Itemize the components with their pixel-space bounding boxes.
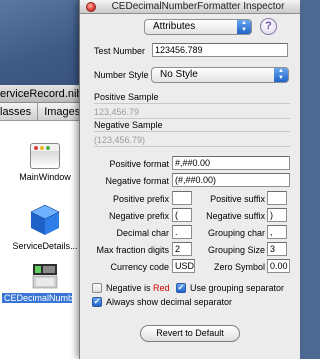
divider (94, 131, 290, 132)
negative-red-text: Negative is (106, 283, 154, 293)
grouping-char-label: Grouping char (207, 228, 265, 238)
grouping-size-label: Grouping Size (207, 245, 265, 255)
nib-tabs: lasses Images (0, 103, 90, 121)
grouping-size-field[interactable]: 3 (267, 242, 287, 256)
zero-symbol-field[interactable]: 0.00 (267, 259, 290, 273)
grouping-char-field[interactable]: , (267, 225, 287, 239)
number-style-popup[interactable]: No Style ▲ ▼ (151, 67, 289, 83)
negative-suffix-label: Negative suffix (206, 211, 265, 221)
always-decimal-label: Always show decimal separator (106, 297, 233, 307)
nib-item-label: MainWindow (19, 172, 71, 182)
window-icon (30, 143, 60, 169)
cube-icon (30, 204, 60, 235)
help-icon[interactable]: ? (260, 18, 277, 35)
negative-format-label: Negative format (105, 176, 169, 186)
checkmark-icon: ✓ (93, 297, 101, 306)
negative-prefix-field[interactable]: ( (172, 208, 192, 222)
desktop-background (0, 0, 90, 85)
positive-sample-label: Positive Sample (94, 92, 159, 102)
popup-arrows-icon: ▲ ▼ (237, 20, 251, 34)
currency-code-label: Currency code (110, 262, 169, 272)
inspector-title: CEDecimalNumberFormatter Inspector (111, 1, 285, 12)
use-grouping-label: Use grouping separator (190, 283, 285, 293)
negative-format-field[interactable]: (#,##0.00) (172, 173, 290, 187)
popup-arrows-icon: ▲ ▼ (274, 68, 288, 82)
currency-code-field[interactable]: USD (172, 259, 195, 273)
max-fraction-field[interactable]: 2 (172, 242, 192, 256)
divider (94, 118, 290, 119)
nib-window-title: erviceRecord.nib (0, 88, 83, 100)
nib-item-servicedetails[interactable]: ServiceDetails... (0, 203, 90, 251)
close-icon[interactable] (86, 2, 96, 12)
positive-prefix-label: Positive prefix (112, 194, 169, 204)
always-decimal-checkbox[interactable]: ✓ (92, 297, 102, 307)
tab-classes[interactable]: lasses (0, 103, 39, 120)
use-grouping-checkbox[interactable]: ✓ (176, 283, 186, 293)
negative-sample-value: (123,456.79) (94, 135, 146, 145)
pane-popup[interactable]: Attributes ▲ ▼ (144, 19, 252, 35)
nib-item-mainwindow[interactable]: MainWindow (0, 143, 90, 182)
negative-prefix-label: Negative prefix (108, 211, 169, 221)
checkmark-icon: ✓ (177, 283, 185, 292)
pane-popup-value: Attributes (153, 21, 196, 32)
nib-item-label: ServiceDetails... (12, 241, 78, 251)
number-style-value: No Style (160, 69, 198, 80)
decimal-char-field[interactable]: . (172, 225, 192, 239)
negative-red-label: Negative is Red (106, 283, 170, 293)
positive-suffix-field[interactable] (267, 191, 287, 205)
test-number-field[interactable]: 123456.789 (152, 43, 288, 57)
negative-red-word: Red (153, 283, 170, 293)
nib-window-titlebar[interactable]: erviceRecord.nib (0, 85, 90, 103)
negative-red-checkbox[interactable] (92, 283, 102, 293)
negative-sample-label: Negative Sample (94, 120, 163, 130)
formatter-icon (32, 264, 58, 289)
test-number-label: Test Number (94, 46, 146, 56)
positive-suffix-label: Positive suffix (210, 194, 265, 204)
positive-sample-value: 123,456.79 (94, 107, 140, 117)
positive-prefix-field[interactable] (172, 191, 192, 205)
nib-item-formatter[interactable]: CEDecimalNumber... (0, 263, 90, 303)
divider (94, 103, 290, 104)
max-fraction-label: Max fraction digits (96, 245, 169, 255)
inspector-titlebar[interactable]: CEDecimalNumberFormatter Inspector (80, 0, 300, 14)
decimal-char-label: Decimal char (116, 228, 169, 238)
zero-symbol-label: Zero Symbol (213, 262, 265, 272)
revert-to-default-button[interactable]: Revert to Default (140, 325, 240, 342)
nib-item-label: CEDecimalNumber... (2, 293, 72, 303)
positive-format-label: Positive format (109, 159, 169, 169)
nib-document-window: erviceRecord.nib lasses Images MainWindow… (0, 85, 90, 359)
inspector-panel: CEDecimalNumberFormatter Inspector Attri… (79, 0, 300, 359)
positive-format-field[interactable]: #,##0.00 (172, 156, 290, 170)
divider (94, 146, 290, 147)
help-label: ? (265, 20, 272, 32)
negative-suffix-field[interactable]: ) (267, 208, 287, 222)
number-style-label: Number Style (94, 70, 149, 80)
